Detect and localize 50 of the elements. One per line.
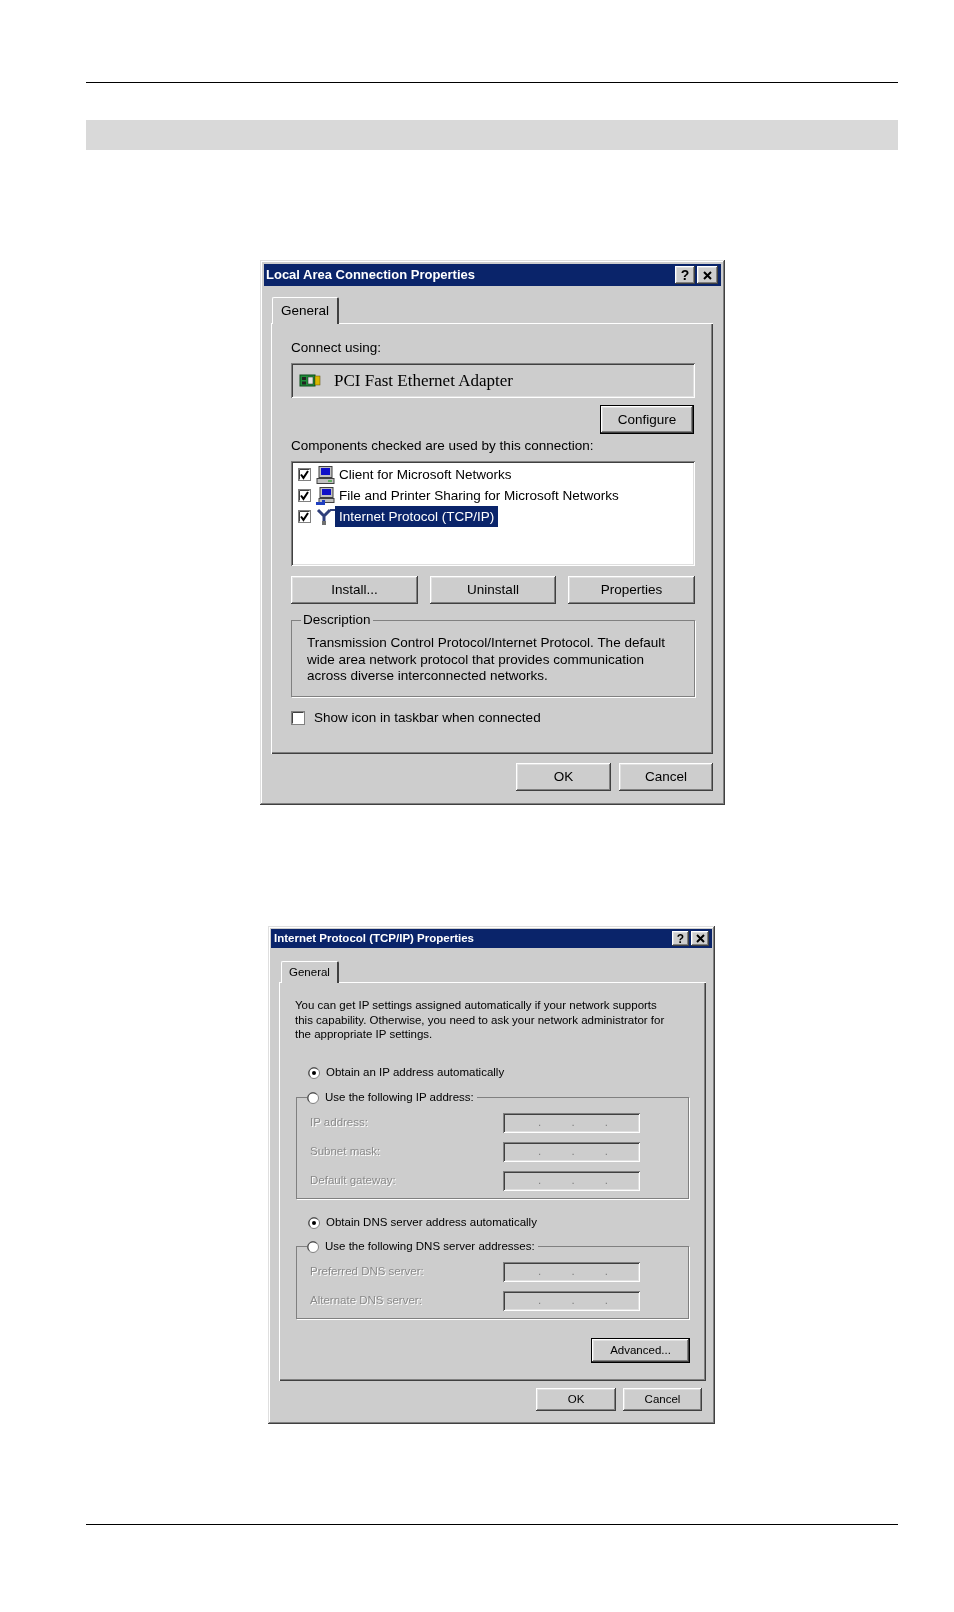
field-label: Connect using: <box>291 340 383 356</box>
radio-button[interactable] <box>307 1240 319 1253</box>
tab[interactable]: General <box>272 297 340 324</box>
intro-text: You can get IP settings assigned automatically if your network supports this capability. Otherwise, you need to ask your network administrator for the appropriate IP settings. <box>295 998 666 1042</box>
field-label: Default gateway: <box>310 1173 397 1188</box>
field-label: Preferred DNS server: <box>310 1264 425 1279</box>
cancel-button[interactable]: Cancel <box>623 1388 702 1411</box>
adapter-name: PCI Fast Ethernet Adapter <box>334 372 513 389</box>
field-label: IP address: <box>310 1115 369 1130</box>
checkbox[interactable] <box>298 489 311 502</box>
close-icon <box>703 270 712 280</box>
radio-button[interactable] <box>308 1216 320 1229</box>
window-title: Internet Protocol (TCP/IP) Properties <box>274 931 474 946</box>
tab[interactable]: General <box>281 961 339 983</box>
properties-button[interactable]: Properties <box>568 576 695 604</box>
close-button[interactable] <box>697 266 718 284</box>
radio-button[interactable] <box>308 1066 320 1079</box>
list-item[interactable]: Internet Protocol (TCP/IP) <box>335 506 499 527</box>
network-card-icon <box>299 372 321 389</box>
help-button[interactable]: ? <box>672 931 689 946</box>
help-button[interactable]: ? <box>675 266 695 284</box>
radio-label[interactable]: Use the following IP address: <box>325 1090 474 1105</box>
cancel-button[interactable]: Cancel <box>619 763 713 791</box>
group-label: Description <box>302 612 372 628</box>
checkbox-label[interactable]: Show icon in taskbar when connected <box>314 709 541 726</box>
uninstall-button[interactable]: Uninstall <box>430 576 556 604</box>
radio-button[interactable] <box>307 1091 319 1104</box>
list-item[interactable]: File and Printer Sharing for Microsoft Networks <box>335 485 623 506</box>
ok-button[interactable]: OK <box>536 1388 616 1411</box>
window-title: Local Area Connection Properties <box>266 267 475 283</box>
radio-label[interactable]: Obtain an IP address automatically <box>326 1065 505 1080</box>
checkbox[interactable] <box>298 510 311 523</box>
list-item[interactable]: Client for Microsoft Networks <box>335 464 516 485</box>
configure-button[interactable]: Configure <box>600 405 694 434</box>
close-button[interactable] <box>691 931 709 946</box>
checkbox[interactable] <box>291 710 305 725</box>
checkbox[interactable] <box>298 468 311 481</box>
field-label: Alternate DNS server: <box>310 1293 423 1308</box>
ok-button[interactable]: OK <box>516 763 611 791</box>
radio-label[interactable]: Obtain DNS server address automatically <box>326 1215 537 1230</box>
radio-label[interactable]: Use the following DNS server addresses: <box>325 1239 535 1254</box>
install-button[interactable]: Install... <box>291 576 418 604</box>
cable-connector-icon <box>316 507 335 526</box>
close-icon <box>695 934 705 943</box>
field-label: Subnet mask: <box>310 1144 382 1159</box>
advanced-button[interactable]: Advanced... <box>591 1337 690 1363</box>
computer-plug-icon <box>316 486 335 505</box>
field-label: Components checked are used by this connection: <box>291 438 595 454</box>
computer-icon <box>316 465 335 484</box>
description-text: Transmission Control Protocol/Internet Protocol. The default wide area network protocol that provides communication across diverse interconnected networks. <box>307 635 666 685</box>
